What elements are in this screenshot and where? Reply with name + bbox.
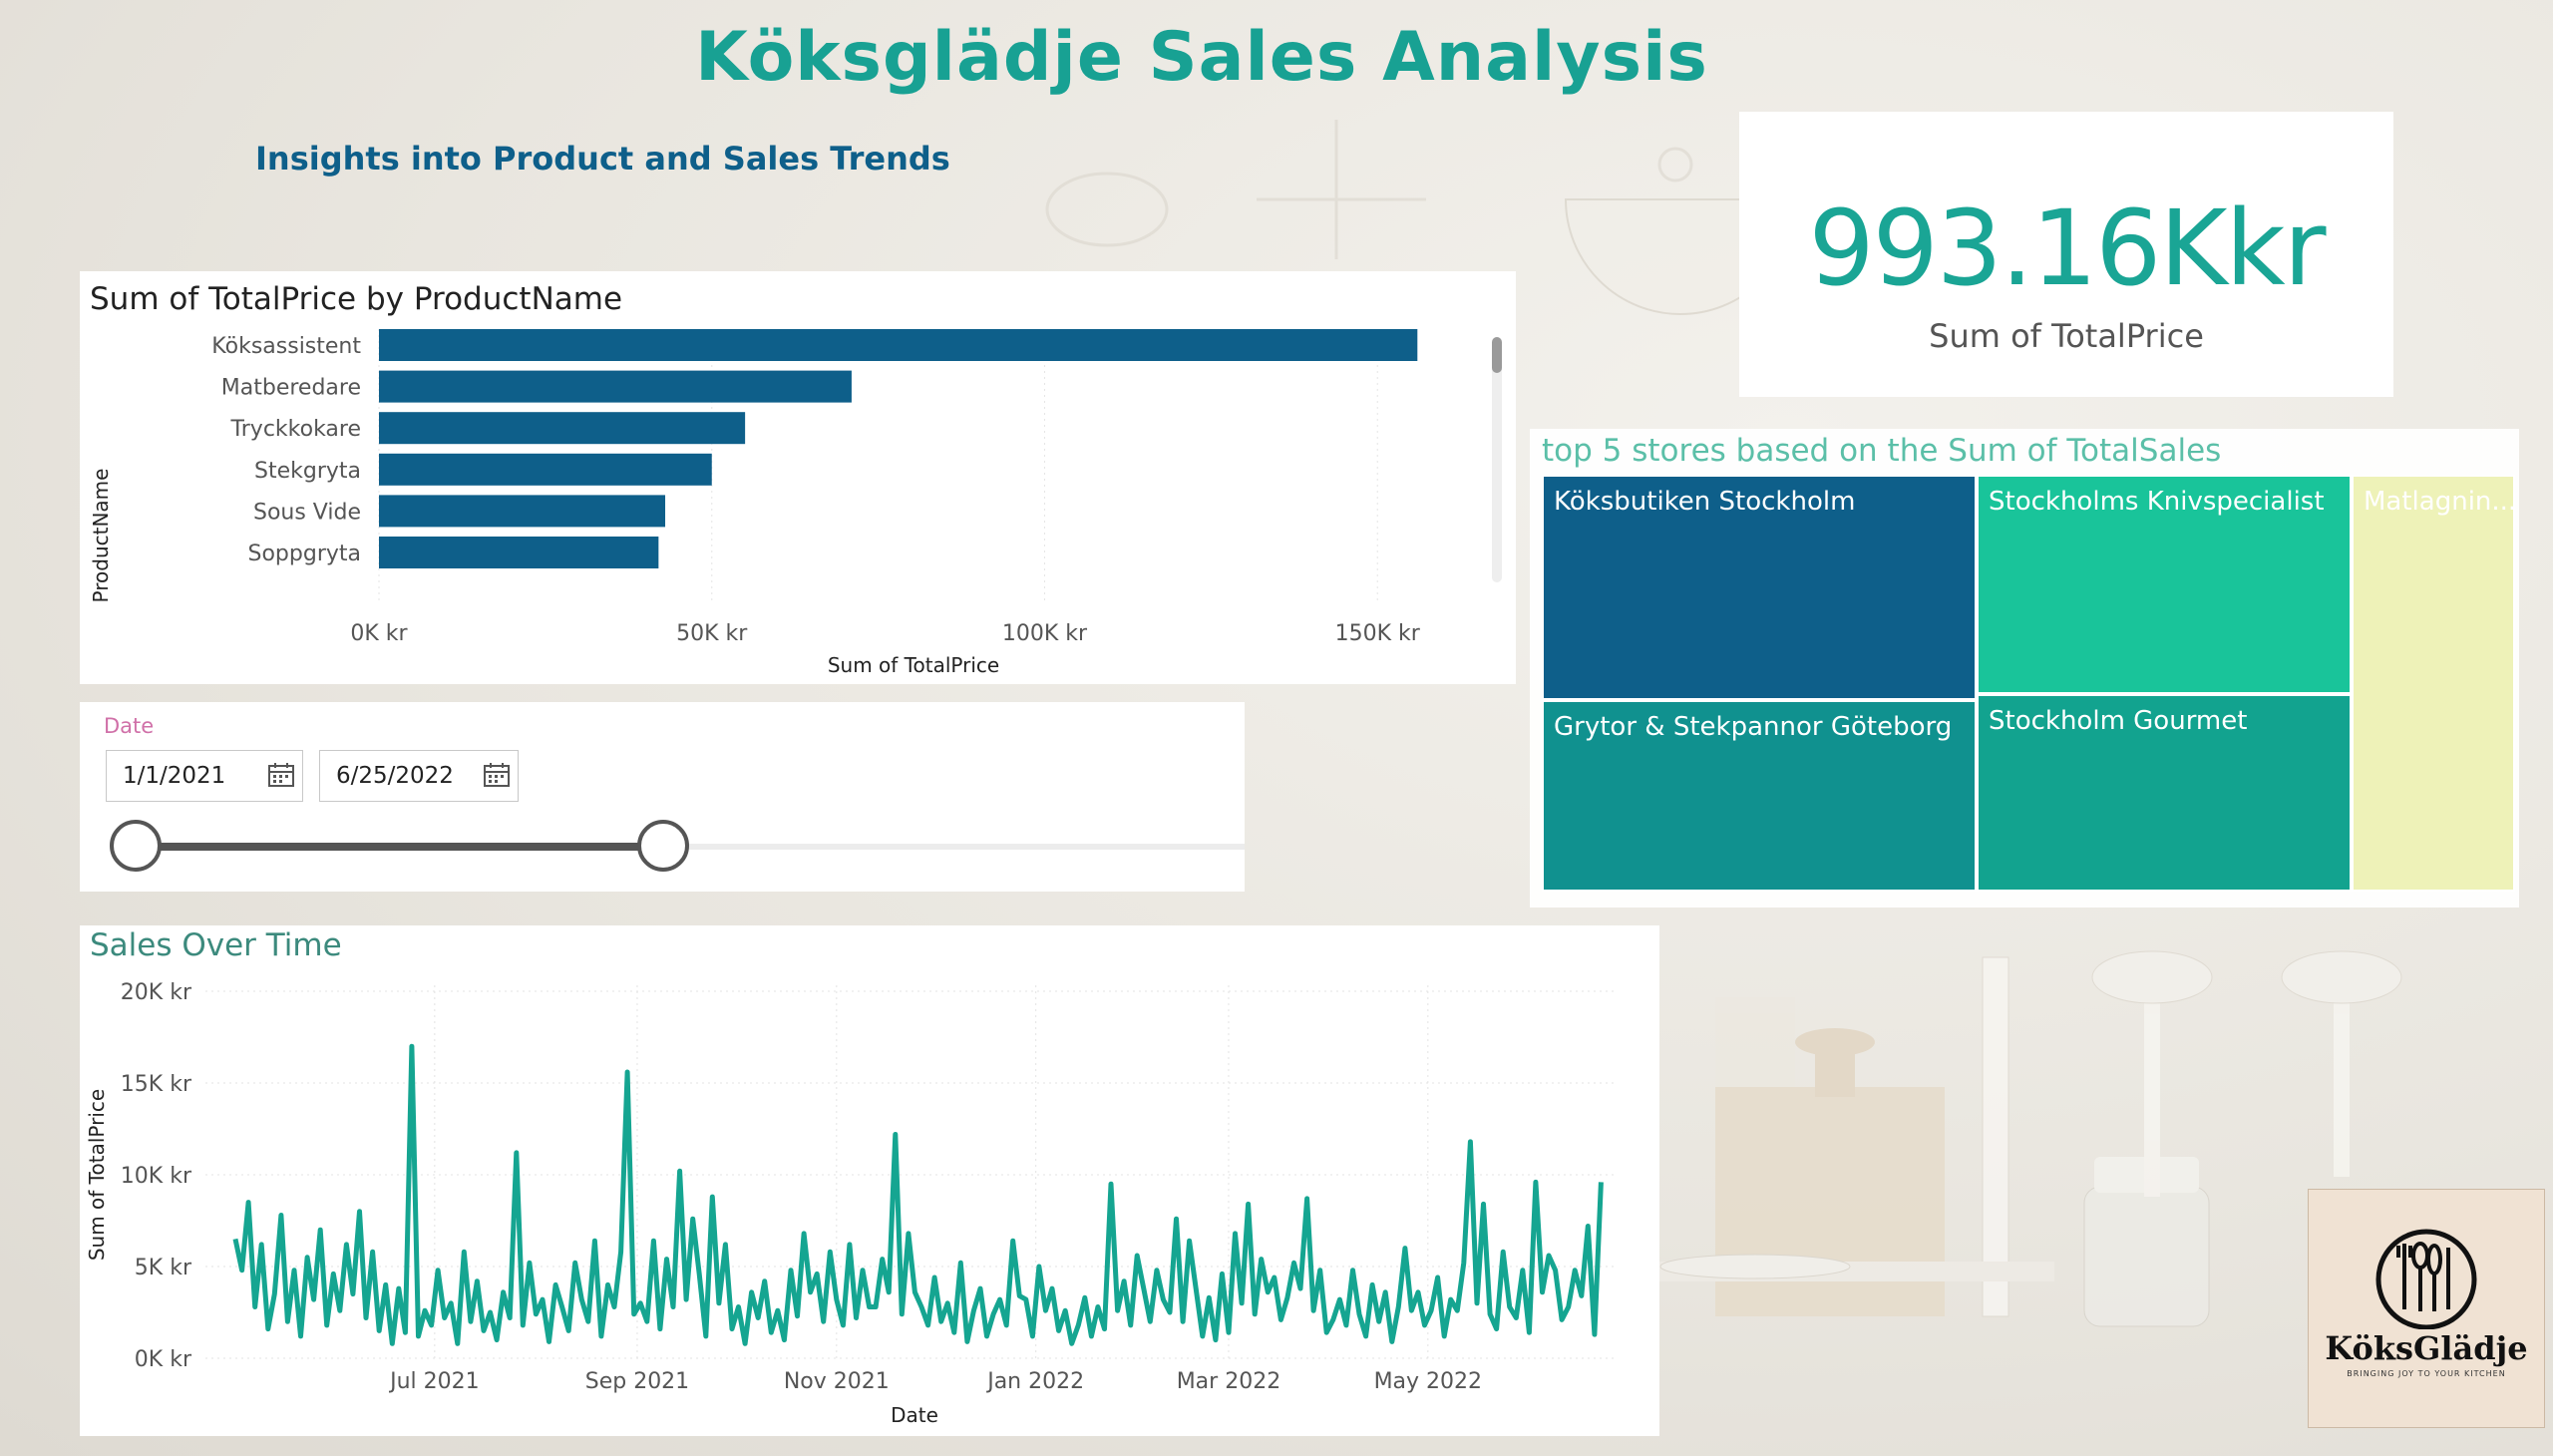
brand-logo: KöksGlädje BRINGING JOY TO YOUR KITCHEN [2308, 1189, 2545, 1428]
kpi-card: 993.16Kkr Sum of TotalPrice [1739, 112, 2393, 397]
bar[interactable] [379, 453, 712, 486]
bar[interactable] [379, 495, 666, 528]
line-x-axis-title: Date [891, 1403, 938, 1427]
treemap-label: Stockholm Gourmet [1989, 706, 2248, 736]
bar-category-label: Stekgryta [254, 459, 361, 484]
line-y-tick-label: 20K kr [121, 980, 192, 1005]
treemap-cell-grytor-stekpannor[interactable]: Grytor & Stekpannor Göteborg [1542, 700, 1977, 892]
bar-x-tick-label: 50K kr [676, 621, 748, 646]
slider-end-handle[interactable] [637, 820, 689, 872]
line-chart[interactable]: Sum of TotalPrice Date 20K kr 15K kr 10K k… [80, 925, 1659, 1436]
line-x-tick-label: May 2022 [1374, 1369, 1482, 1394]
slider-start-handle[interactable] [110, 820, 162, 872]
bar-chart-scrollbar-thumb[interactable] [1492, 337, 1502, 373]
bar[interactable] [379, 370, 852, 403]
treemap-label: Köksbutiken Stockholm [1554, 487, 1856, 517]
date-slicer-card[interactable]: Date 1/1/2021 6/25/2022 [80, 702, 1245, 892]
logo-tagline: BRINGING JOY TO YOUR KITCHEN [2347, 1369, 2506, 1378]
bar-category-label: Matberedare [221, 376, 361, 401]
sales-line[interactable] [232, 1043, 1604, 1346]
kpi-value: 993.16Kkr [1808, 187, 2326, 309]
treemap-cell-matlagning[interactable]: Matlagnin... [2352, 475, 2515, 892]
logo-name: KöksGlädje [2325, 1329, 2528, 1367]
bar[interactable] [379, 537, 659, 568]
bar-category-label: Tryckkokare [230, 417, 361, 442]
line-y-tick-label: 10K kr [121, 1164, 192, 1189]
line-y-tick-label: 5K kr [135, 1256, 192, 1280]
line-y-axis-title: Sum of TotalPrice [85, 1089, 109, 1261]
treemap-card[interactable]: top 5 stores based on the Sum of TotalSa… [1530, 429, 2519, 908]
bar-x-tick-label: 150K kr [1335, 621, 1421, 646]
bar-category-label: Sous Vide [253, 500, 361, 525]
bar-category-label: Soppgryta [248, 542, 362, 566]
bar-y-axis-title: ProductName [89, 469, 113, 603]
treemap-label: Matlagnin... [2364, 487, 2515, 517]
slider-selected-range[interactable] [136, 843, 664, 851]
bar-chart[interactable]: ProductName Sum of TotalPrice 0K kr 50K k… [80, 271, 1516, 684]
bar-chart-card[interactable]: Sum of TotalPrice by ProductName Product… [80, 271, 1516, 684]
bar[interactable] [379, 412, 746, 445]
bar-chart-scrollbar-track[interactable] [1492, 337, 1502, 582]
line-y-tick-label: 0K kr [135, 1347, 192, 1372]
bar-x-tick-label: 100K kr [1002, 621, 1088, 646]
treemap-cell-koksbutiken-stockholm[interactable]: Köksbutiken Stockholm [1542, 475, 1977, 700]
kpi-label: Sum of TotalPrice [1929, 317, 2204, 355]
treemap-cell-stockholm-gourmet[interactable]: Stockholm Gourmet [1977, 694, 2352, 892]
bar-x-tick-label: 0K kr [350, 621, 408, 646]
line-y-tick-label: 15K kr [121, 1072, 192, 1097]
line-x-tick-label: Nov 2021 [784, 1369, 890, 1394]
treemap-label: Stockholms Knivspecialist [1989, 487, 2325, 517]
line-chart-card[interactable]: Sales Over Time Sum of TotalPrice Date 2… [80, 925, 1659, 1436]
line-x-tick-label: Jan 2022 [985, 1369, 1084, 1394]
bar-category-label: Köksassistent [211, 334, 361, 359]
treemap-label: Grytor & Stekpannor Göteborg [1554, 712, 1953, 742]
line-x-tick-label: Mar 2022 [1177, 1369, 1281, 1394]
line-x-tick-label: Sep 2021 [585, 1369, 689, 1394]
page-subtitle: Insights into Product and Sales Trends [255, 140, 950, 178]
bar-x-axis-title: Sum of TotalPrice [828, 653, 999, 677]
date-range-slider[interactable] [80, 702, 1245, 892]
page-title: Köksglädje Sales Analysis [695, 18, 1708, 97]
treemap-title: top 5 stores based on the Sum of TotalSa… [1542, 433, 2222, 469]
kitchen-utensils-icon [2375, 1229, 2477, 1329]
treemap-cell-stockholms-knivspecialist[interactable]: Stockholms Knivspecialist [1977, 475, 2352, 694]
bar[interactable] [379, 329, 1418, 361]
line-x-tick-label: Jul 2021 [388, 1369, 480, 1394]
